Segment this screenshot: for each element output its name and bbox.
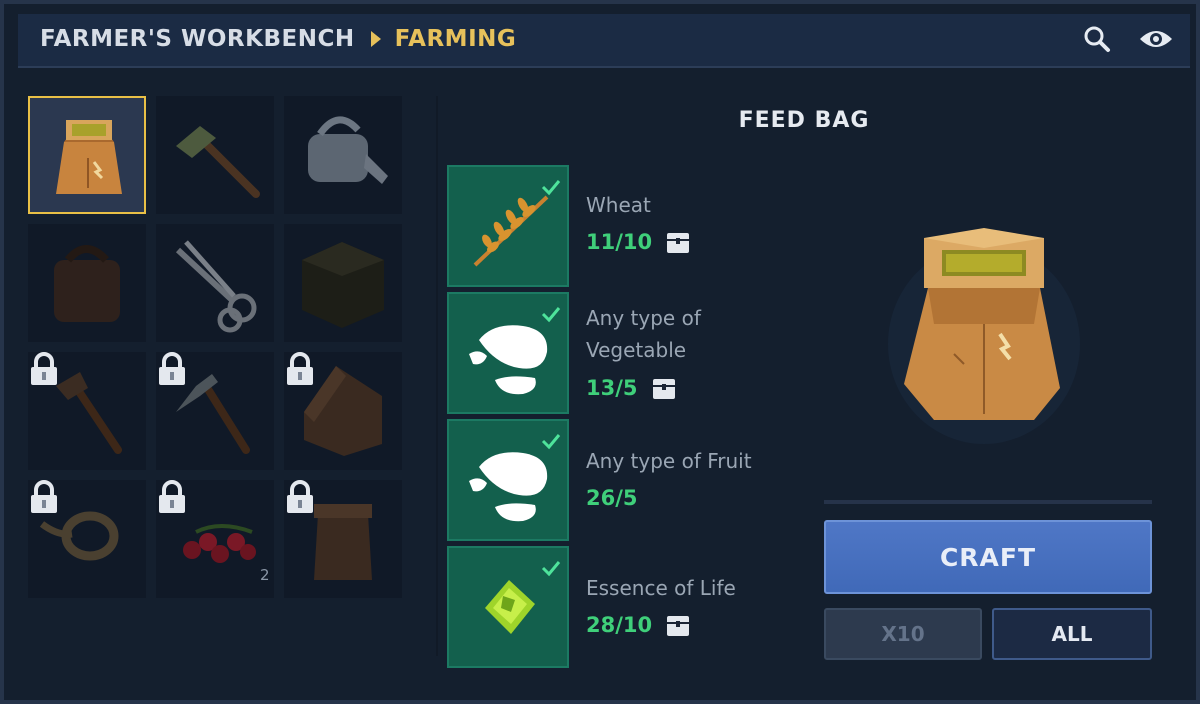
workbench-title: FARMER'S WORKBENCH (40, 26, 355, 52)
crafted-item-preview (884, 214, 1084, 454)
watering-can-icon (308, 116, 388, 184)
wheat-icon (473, 180, 561, 267)
lock-icon (31, 352, 57, 385)
window-header: FARMER'S WORKBENCH FARMING (18, 14, 1190, 68)
crate-icon (302, 242, 384, 328)
ingredient-tile (447, 165, 569, 287)
workbench-window: FARMER'S WORKBENCH FARMING 2 FEED BAG Wh… (0, 0, 1200, 704)
recipe-grid: 2 (28, 96, 404, 598)
breadcrumb-arrow-icon (370, 31, 381, 47)
action-separator (824, 500, 1152, 504)
recipe-slot-watering-can[interactable] (284, 96, 402, 214)
recipe-slot-berries[interactable]: 2 (156, 480, 274, 598)
ingredient-tile (447, 292, 569, 414)
ingredient-tile (447, 546, 569, 668)
recipe-slot-feed-bag[interactable] (28, 96, 146, 214)
backpack-icon (54, 245, 120, 322)
recipe-slot-backpack[interactable] (28, 224, 146, 342)
ingredient-name-line2: Vegetable (586, 338, 687, 362)
ingredient-count: 28/10 (586, 613, 690, 637)
item-count-badge: 2 (260, 566, 270, 584)
ingredient-name: Wheat (586, 193, 651, 217)
ingredient-count-value: 26/5 (586, 486, 638, 510)
ingredient-name: Any type of Fruit (586, 449, 752, 473)
ingredient-count: 11/10 (586, 230, 690, 254)
feed-bag-icon (56, 120, 122, 194)
ingredient-count-value: 13/5 (586, 376, 638, 400)
recipe-slot-pickaxe[interactable] (156, 352, 274, 470)
recipe-slot-rope[interactable] (28, 480, 146, 598)
storage-chest-icon (667, 616, 690, 636)
vegetable-icon (469, 307, 561, 395)
fruit-icon (469, 434, 561, 522)
ingredient-count: 13/5 (586, 376, 676, 400)
recipe-slot-basket[interactable] (284, 480, 402, 598)
ingredient-count-value: 11/10 (586, 230, 653, 254)
eye-icon[interactable] (1138, 26, 1174, 56)
ingredient-count: 26/5 (586, 486, 638, 510)
shears-icon (175, 240, 257, 333)
recipe-slot-doghouse[interactable] (284, 352, 402, 470)
feed-bag-icon (888, 228, 1080, 444)
recipe-slot-shears[interactable] (156, 224, 274, 342)
ingredient-name: Any type of (586, 306, 701, 330)
lock-icon (287, 480, 313, 513)
craft-button[interactable]: CRAFT (824, 520, 1152, 594)
lock-icon (287, 352, 313, 385)
recipe-slot-hoe[interactable] (156, 96, 274, 214)
ingredient-count-value: 28/10 (586, 613, 653, 637)
lock-icon (159, 352, 185, 385)
category-title: FARMING (394, 26, 517, 52)
hoe-icon (176, 126, 260, 198)
recipe-slot-crate[interactable] (284, 224, 402, 342)
search-icon[interactable] (1082, 24, 1112, 58)
panel-divider (436, 96, 438, 656)
recipe-title: FEED BAG (738, 108, 870, 133)
breadcrumb: FARMER'S WORKBENCH FARMING (40, 26, 516, 52)
ingredient-tile (447, 419, 569, 541)
craft-all-button[interactable]: ALL (992, 608, 1152, 660)
storage-chest-icon (652, 379, 675, 399)
storage-chest-icon (667, 233, 690, 253)
recipe-slot-axe[interactable] (28, 352, 146, 470)
lock-icon (31, 480, 57, 513)
lock-icon (159, 480, 185, 513)
craft-x10-button[interactable]: X10 (824, 608, 982, 660)
essence-icon (485, 561, 561, 634)
ingredient-name: Essence of Life (586, 576, 736, 600)
